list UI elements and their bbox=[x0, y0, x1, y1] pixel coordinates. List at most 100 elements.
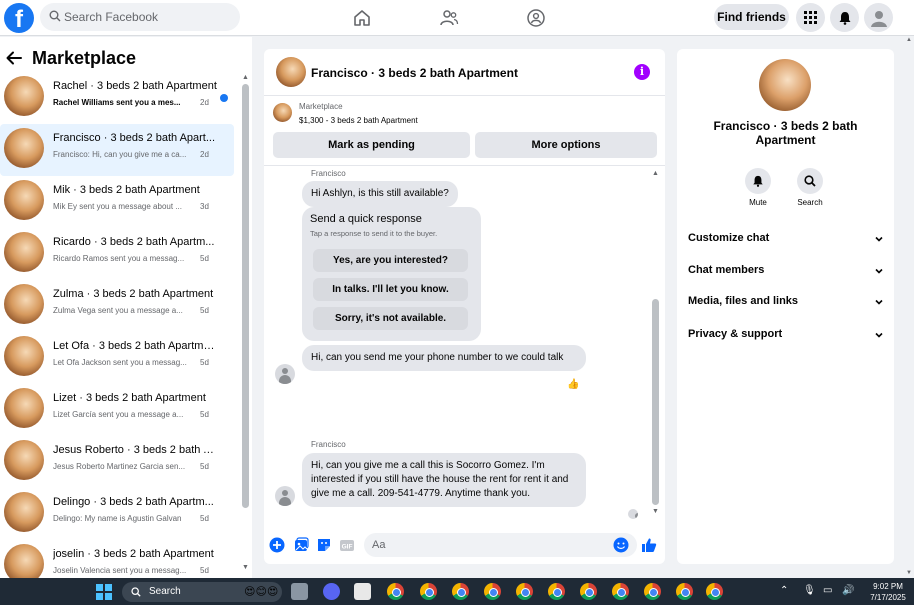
notifications-bell-icon[interactable] bbox=[830, 3, 859, 32]
conversation-preview: Lizet García sent you a message a... bbox=[53, 410, 184, 419]
conversation-preview: Delingo: My name is Agustin Galvan bbox=[53, 514, 182, 523]
network-icon[interactable]: ▭ bbox=[823, 585, 832, 596]
conversation-item[interactable]: Ricardo · 3 beds 2 bath Apartm... Ricard… bbox=[0, 228, 234, 280]
conversation-item[interactable]: Rachel · 3 beds 2 bath Apartment Rachel … bbox=[0, 72, 234, 124]
conversation-preview: Rachel Williams sent you a mes... bbox=[53, 98, 181, 107]
sticker-icon[interactable] bbox=[316, 537, 332, 553]
tray-chevron-up-icon[interactable]: ⌃ bbox=[780, 585, 788, 596]
chat-header: Francisco · 3 beds 2 bath Apartment i bbox=[264, 49, 665, 96]
quick-response-button[interactable]: Sorry, it's not available. bbox=[313, 307, 468, 330]
quick-response-button[interactable]: In talks. I'll let you know. bbox=[313, 278, 468, 301]
volume-icon[interactable]: 🔊 bbox=[842, 585, 854, 596]
facebook-logo[interactable]: f bbox=[4, 3, 34, 33]
discord-icon[interactable] bbox=[323, 583, 340, 600]
conversation-item[interactable]: Let Ofa · 3 beds 2 bath Apartme... Let O… bbox=[0, 332, 234, 384]
friends-icon[interactable] bbox=[437, 6, 461, 30]
chat-scroll-down-icon[interactable]: ▼ bbox=[652, 508, 659, 515]
chrome-icon[interactable] bbox=[516, 583, 533, 600]
chrome-icon[interactable] bbox=[484, 583, 501, 600]
task-view-icon[interactable] bbox=[291, 583, 308, 600]
emoji-icon[interactable] bbox=[613, 537, 629, 553]
chat-title[interactable]: Francisco · 3 beds 2 bath Apartment bbox=[311, 66, 518, 80]
taskbar-clock[interactable]: 9:02 PM 7/17/2025 bbox=[864, 581, 912, 603]
conversation-name: Ricardo · 3 beds 2 bath Apartm... bbox=[53, 236, 215, 248]
chrome-icon[interactable] bbox=[676, 583, 693, 600]
back-arrow-icon[interactable] bbox=[6, 51, 22, 65]
conversation-item[interactable]: Delingo · 3 beds 2 bath Apartm... Deling… bbox=[0, 488, 234, 540]
search-box[interactable] bbox=[40, 3, 240, 31]
search-icon bbox=[131, 587, 141, 597]
conversation-name: Let Ofa · 3 beds 2 bath Apartme... bbox=[53, 340, 218, 352]
windows-start-icon[interactable] bbox=[96, 584, 112, 600]
account-avatar[interactable] bbox=[864, 3, 893, 32]
chevron-down-icon bbox=[875, 332, 883, 338]
photo-icon[interactable] bbox=[293, 537, 309, 553]
chrome-icon[interactable] bbox=[387, 583, 404, 600]
unread-dot bbox=[220, 94, 228, 102]
sender-name: Francisco bbox=[311, 440, 346, 449]
chrome-icon[interactable] bbox=[612, 583, 629, 600]
chat-scrollbar[interactable] bbox=[652, 299, 659, 505]
chrome-icon[interactable] bbox=[644, 583, 661, 600]
avatar[interactable] bbox=[276, 57, 306, 87]
app-icon[interactable] bbox=[354, 583, 371, 600]
conversation-preview: Joselin Valencia sent you a messag... bbox=[53, 566, 187, 575]
conversation-name: Jesus Roberto · 3 beds 2 bath A... bbox=[53, 444, 218, 456]
chrome-icon[interactable] bbox=[548, 583, 565, 600]
more-options-button[interactable]: More options bbox=[475, 132, 657, 158]
conversation-item[interactable]: Jesus Roberto · 3 beds 2 bath A... Jesus… bbox=[0, 436, 234, 488]
chevron-down-icon bbox=[875, 268, 883, 274]
conversation-name: Francisco · 3 beds 2 bath Apart... bbox=[53, 132, 216, 144]
row-label: Privacy & support bbox=[688, 328, 783, 340]
conversation-item-active[interactable]: Francisco · 3 beds 2 bath Apart... Franc… bbox=[0, 124, 234, 176]
conversation-time: 3d bbox=[200, 202, 209, 211]
page-scroll-up-icon[interactable]: ▲ bbox=[906, 37, 912, 43]
sidebar-scroll-up-icon[interactable]: ▲ bbox=[242, 74, 249, 81]
sidebar-scroll-down-icon[interactable]: ▼ bbox=[242, 564, 249, 571]
thumbs-up-reaction-icon: 👍 bbox=[567, 379, 580, 390]
message-input[interactable] bbox=[364, 533, 637, 557]
mark-as-pending-button[interactable]: Mark as pending bbox=[273, 132, 470, 158]
conversation-item[interactable]: Zulma · 3 beds 2 bath Apartment Zulma Ve… bbox=[0, 280, 234, 332]
menu-grid-icon[interactable] bbox=[796, 3, 825, 32]
marketplace-sidebar: Marketplace Rachel · 3 beds 2 bath Apart… bbox=[0, 37, 252, 578]
groups-icon[interactable] bbox=[524, 6, 548, 30]
taskbar-search[interactable]: Search 😍😊😍 bbox=[122, 582, 282, 602]
avatar[interactable] bbox=[759, 59, 811, 111]
conversation-item[interactable]: Mik · 3 beds 2 bath Apartment Mik Ey sen… bbox=[0, 176, 234, 228]
home-icon[interactable] bbox=[350, 6, 374, 30]
conversation-time: 5d bbox=[200, 514, 209, 523]
divider bbox=[264, 165, 665, 166]
search-conversation-button[interactable]: Search bbox=[788, 168, 832, 207]
page-scroll-down-icon[interactable]: ▼ bbox=[906, 570, 912, 576]
chrome-icon[interactable] bbox=[452, 583, 469, 600]
plus-circle-icon[interactable] bbox=[269, 537, 285, 553]
media-files-links-row[interactable]: Media, files and links bbox=[688, 295, 884, 315]
customize-chat-row[interactable]: Customize chat bbox=[688, 232, 884, 252]
page-scrollbar[interactable]: ▲ ▼ bbox=[904, 37, 914, 578]
quick-response-button[interactable]: Yes, are you interested? bbox=[313, 249, 468, 272]
conversation-item[interactable]: Lizet · 3 beds 2 bath Apartment Lizet Ga… bbox=[0, 384, 234, 436]
clock-date: 7/17/2025 bbox=[870, 593, 906, 602]
gif-icon[interactable]: GIF bbox=[339, 537, 355, 553]
search-input[interactable] bbox=[64, 3, 234, 31]
find-friends-button[interactable]: Find friends bbox=[714, 4, 789, 30]
chrome-icon[interactable] bbox=[706, 583, 723, 600]
conversation-item[interactable]: joselin · 3 beds 2 bath Apartment Joseli… bbox=[0, 540, 234, 578]
sidebar-scrollbar[interactable] bbox=[242, 84, 249, 508]
mute-label: Mute bbox=[749, 198, 767, 207]
listing-summary[interactable]: Marketplace $1,300 - 3 beds 2 bath Apart… bbox=[264, 97, 665, 129]
conversation-preview: Mik Ey sent you a message about ... bbox=[53, 202, 182, 211]
conversation-preview: Jesus Roberto Martinez Garcia sen... bbox=[53, 462, 186, 471]
microphone-icon[interactable]: 🎙 bbox=[803, 585, 816, 596]
chat-members-row[interactable]: Chat members bbox=[688, 264, 884, 284]
mute-button[interactable]: Mute bbox=[736, 168, 780, 207]
privacy-support-row[interactable]: Privacy & support bbox=[688, 328, 884, 348]
thumbs-up-send-icon[interactable] bbox=[641, 537, 657, 553]
row-label: Customize chat bbox=[688, 232, 770, 244]
info-icon[interactable]: i bbox=[634, 64, 650, 80]
chrome-icon[interactable] bbox=[420, 583, 437, 600]
conversation-name: Delingo · 3 beds 2 bath Apartm... bbox=[53, 496, 214, 508]
chat-scroll-up-icon[interactable]: ▲ bbox=[652, 170, 659, 177]
chrome-icon[interactable] bbox=[580, 583, 597, 600]
